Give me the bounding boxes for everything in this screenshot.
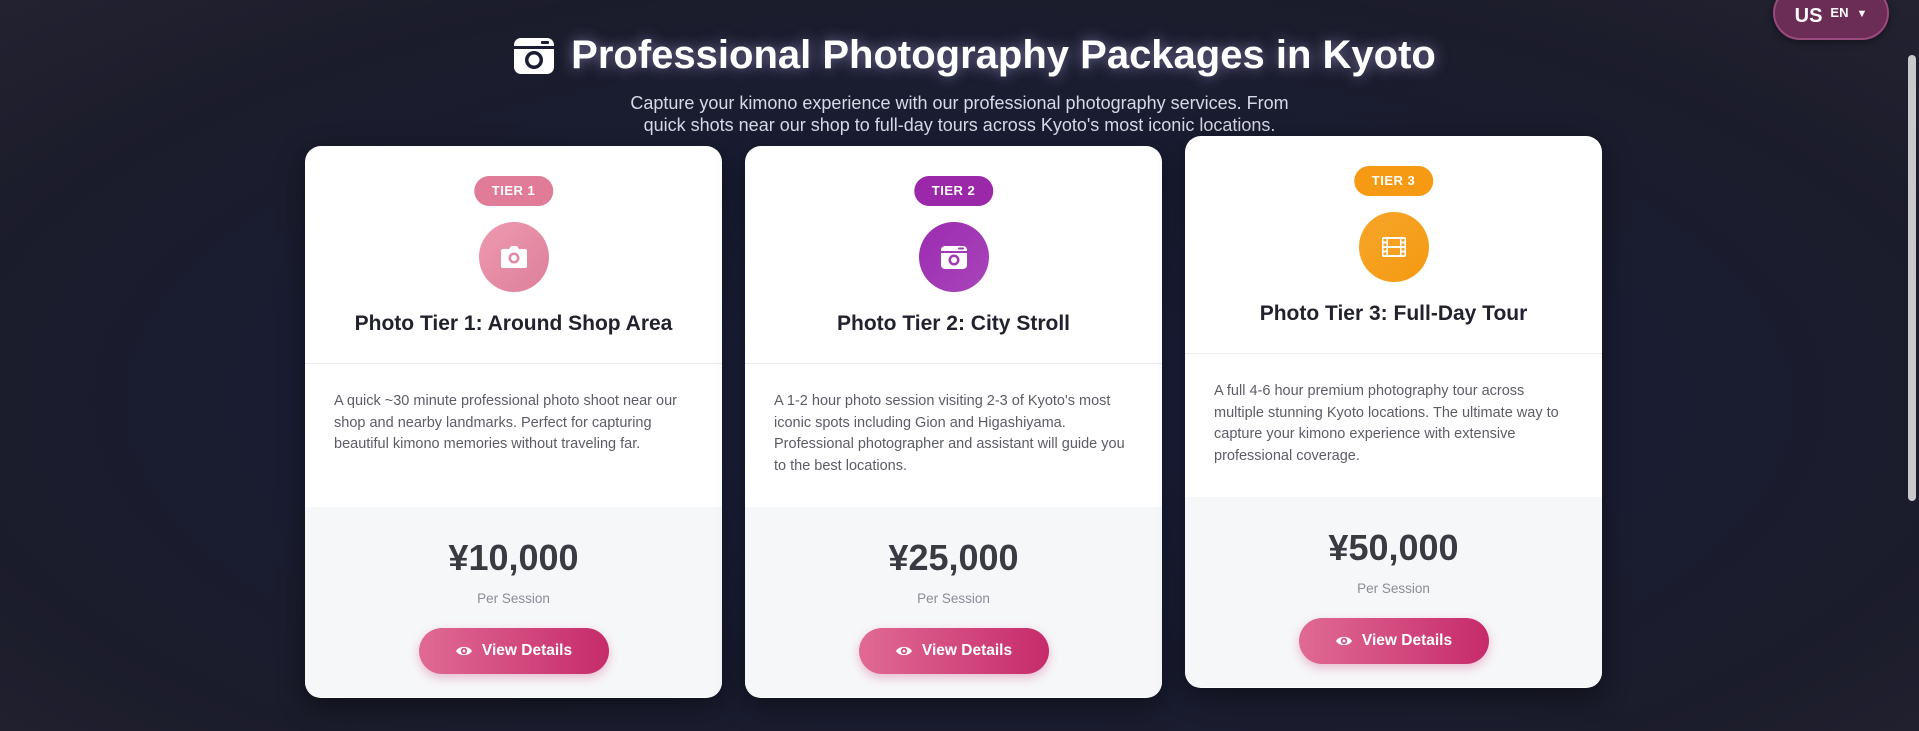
view-details-label: View Details bbox=[481, 642, 573, 659]
package-icon-circle bbox=[478, 222, 549, 292]
price-unit: Per Session bbox=[917, 591, 990, 606]
eye-icon bbox=[895, 646, 912, 656]
page-subtitle: Capture your kimono experience with our … bbox=[630, 92, 1289, 135]
view-details-button[interactable]: View Details bbox=[1298, 618, 1489, 664]
package-price: ¥50,000 bbox=[1328, 527, 1459, 568]
package-description: A full 4-6 hour premium photography tour… bbox=[1214, 383, 1559, 464]
price-unit: Per Session bbox=[1357, 581, 1430, 596]
view-details-button[interactable]: View Details bbox=[418, 628, 609, 674]
package-description: A 1-2 hour photo session visiting 2-3 of… bbox=[774, 393, 1125, 474]
page-header: Professional Photography Packages in Kyo… bbox=[0, 33, 1919, 136]
package-price: ¥10,000 bbox=[448, 537, 579, 578]
package-card-tier-3: TIER 3 Photo Tier 3: Full-Day Tour A ful… bbox=[1185, 136, 1602, 688]
package-price: ¥25,000 bbox=[888, 537, 1019, 578]
view-details-label: View Details bbox=[921, 642, 1013, 659]
tier-badge: TIER 2 bbox=[913, 176, 994, 206]
view-details-button[interactable]: View Details bbox=[858, 628, 1049, 674]
camera-icon bbox=[514, 37, 555, 74]
package-title: Photo Tier 1: Around Shop Area bbox=[354, 312, 673, 335]
vertical-scrollbar[interactable] bbox=[1902, 0, 1919, 731]
page-title-text: Professional Photography Packages in Kyo… bbox=[571, 33, 1436, 77]
tier-badge: TIER 3 bbox=[1353, 166, 1434, 196]
package-icon-circle bbox=[918, 222, 989, 292]
package-description: A quick ~30 minute professional photo sh… bbox=[334, 393, 677, 452]
eye-icon bbox=[1335, 636, 1352, 646]
package-title: Photo Tier 3: Full-Day Tour bbox=[1259, 302, 1528, 325]
language-code: EN bbox=[1830, 5, 1849, 20]
camera-retro-icon bbox=[940, 246, 967, 269]
film-icon bbox=[1381, 237, 1406, 257]
price-unit: Per Session bbox=[477, 591, 550, 606]
package-card-tier-2: TIER 2 Photo Tier 2: City Stroll A 1-2 h… bbox=[745, 146, 1162, 698]
eye-icon bbox=[455, 646, 472, 656]
scrollbar-thumb[interactable] bbox=[1908, 55, 1916, 501]
package-icon-circle bbox=[1358, 212, 1429, 282]
package-title: Photo Tier 2: City Stroll bbox=[837, 312, 1070, 335]
page-title: Professional Photography Packages in Kyo… bbox=[513, 33, 1436, 78]
view-details-label: View Details bbox=[1361, 632, 1453, 649]
chevron-down-icon: ▼ bbox=[1856, 8, 1868, 20]
camera-icon bbox=[500, 246, 527, 268]
package-card-tier-1: TIER 1 Photo Tier 1: Around Shop Area A … bbox=[305, 146, 722, 698]
tier-badge: TIER 1 bbox=[473, 176, 554, 206]
flag-us: US bbox=[1794, 5, 1823, 27]
